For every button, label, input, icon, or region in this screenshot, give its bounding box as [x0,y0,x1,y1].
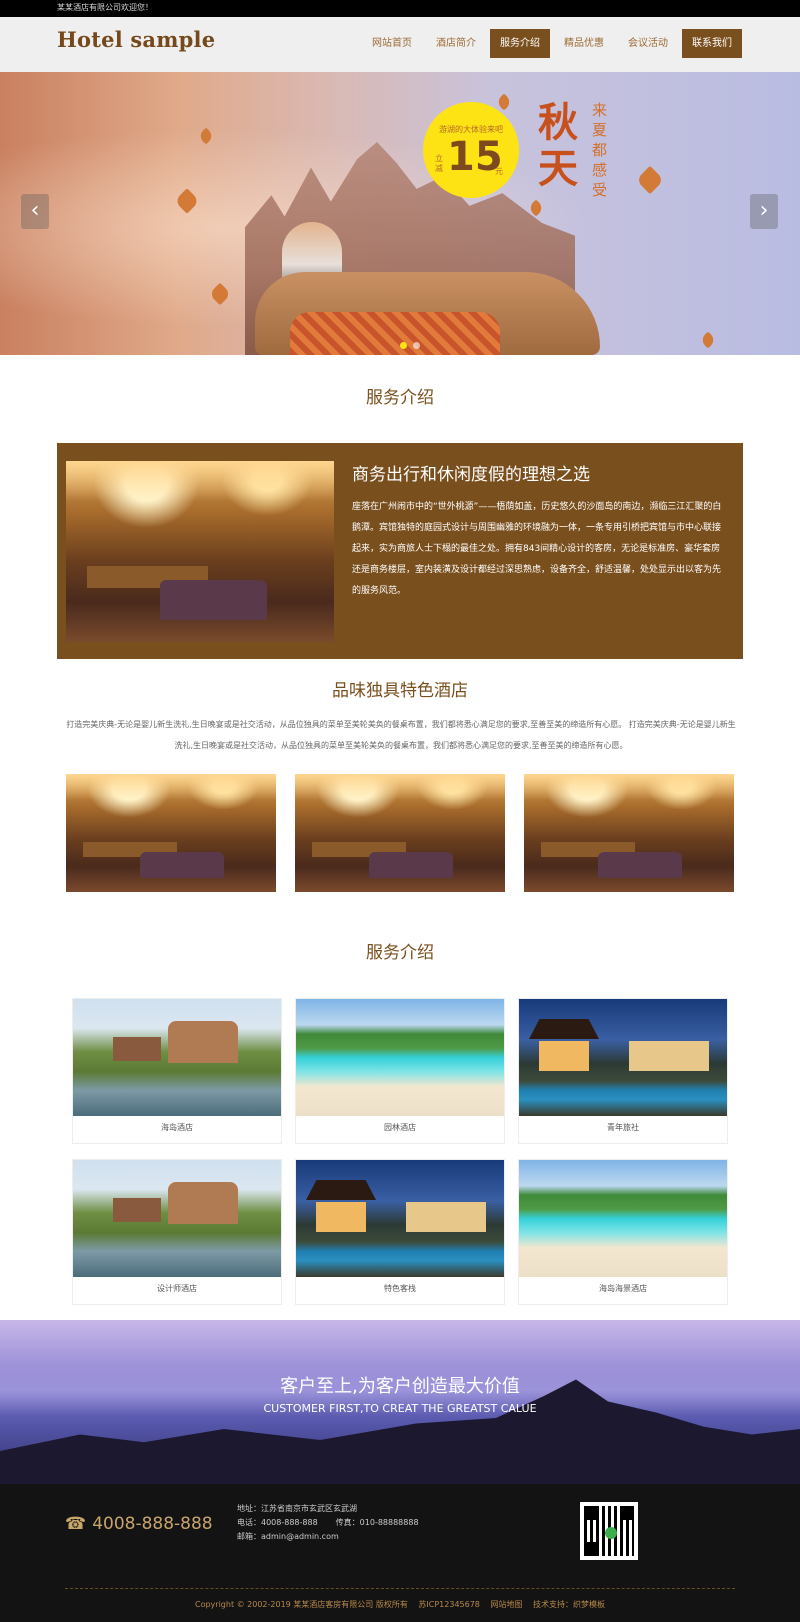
nav-about[interactable]: 酒店简介 [426,29,486,58]
lobby-sofa [368,851,453,878]
villa-light [539,1041,589,1071]
promo-unit: 元 [495,167,503,176]
slogan-cn: 客户至上,为客户创造最大价值 [280,1376,520,1397]
section-title-specialty: 品味独具特色酒店 [332,681,468,701]
slide-dot[interactable] [400,342,407,349]
camel-blanket [290,312,500,355]
fax: 传真：010-88888888 [335,1518,419,1527]
footer-divider [65,1588,735,1589]
section-title-rooms: 服务介绍 [366,943,434,963]
footer: ☎ 4008-888-888 地址：江苏省南京市玄武区玄武湖 电话：4008-88… [0,1484,800,1622]
lobby-sofa [139,851,224,878]
nav-events[interactable]: 会议活动 [618,29,678,58]
card-photo [73,1160,281,1277]
sitemap-link[interactable]: 网站地图 [490,1600,522,1609]
hotel-card[interactable]: 园林酒店 [295,998,505,1144]
lobby-sofa [159,580,267,621]
building [113,1037,161,1061]
section-title-services: 服务介绍 [366,388,434,408]
phone-number: 4008-888-888 [92,1514,213,1534]
header: Hotel sample 网站首页 酒店简介 服务介绍 精品优惠 会议活动 联系… [0,17,800,72]
card-caption: 青年旅社 [607,1123,639,1132]
roof [529,1019,599,1039]
ceiling-lights [524,774,734,800]
qr-logo-icon [605,1527,617,1539]
telephone-icon: ☎ [65,1514,87,1534]
building [168,1182,238,1224]
hotel-card[interactable]: 海岛海景酒店 [518,1159,728,1305]
main-nav: 网站首页 酒店简介 服务介绍 精品优惠 会议活动 联系我们 [358,29,742,58]
card-photo [73,999,281,1116]
chevron-right-icon[interactable]: › [750,194,778,229]
card-photo [519,1160,727,1277]
specialty-text: 打造完美庆典-无论是婴儿新生洗礼,生日晚宴或是社交活动，从品位独具的菜单至美轮美… [66,720,736,750]
nav-services[interactable]: 服务介绍 [490,29,550,58]
ceiling-lights [66,774,276,800]
qr-code [580,1502,638,1560]
promo-badge: 游湖的大体验来吧 立减 15 元 [423,102,519,198]
icp-link[interactable]: 苏ICP12345678 [418,1600,480,1609]
building [168,1021,238,1063]
slide-indicators [400,342,426,349]
lobby-photo [66,461,334,642]
card-caption: 特色客栈 [384,1284,416,1293]
hotel-card[interactable]: 设计师酒店 [72,1159,282,1305]
card-caption: 园林酒店 [384,1123,416,1132]
slide-dot[interactable] [413,342,420,349]
hotel-card[interactable]: 青年旅社 [518,998,728,1144]
nav-home[interactable]: 网站首页 [362,29,422,58]
hotel-card[interactable]: 特色客栈 [295,1159,505,1305]
copyright-bar: Copyright © 2002-2019 某某酒店客房有限公司 版权所有 苏I… [0,1599,800,1610]
slogan-banner: 客户至上,为客户创造最大价值 CUSTOMER FIRST,TO CREAT T… [0,1320,800,1484]
lobby-sofa [597,851,682,878]
roof [306,1180,376,1200]
banner-headline: 秋天 [538,100,578,192]
welcome-text: 某某酒店有限公司欢迎您！ [57,3,153,12]
nav-offers[interactable]: 精品优惠 [554,29,614,58]
ceiling-lights [66,461,334,501]
support-link[interactable]: 技术支持：织梦模板 [533,1600,605,1609]
slogan-en: CUSTOMER FIRST,TO CREAT THE GREATST CALU… [263,1402,537,1415]
building [113,1198,161,1222]
top-bar: 某某酒店有限公司欢迎您！ [0,0,800,17]
contact-info: 地址：江苏省南京市玄武区玄武湖 电话：4008-888-888 传真：010-88… [237,1502,437,1544]
villa [406,1202,486,1232]
feature-title: 商务出行和休闲度假的理想之选 [352,465,590,485]
chevron-left-icon[interactable]: ‹ [21,194,49,229]
card-caption: 海岛海景酒店 [599,1284,647,1293]
specialty-photo[interactable] [66,774,276,892]
site-logo[interactable]: Hotel sample [57,27,215,52]
feature-text: 座落在广州闹市中的“世外桃源”——梧荫如盖，历史悠久的沙面岛的南边，濒临三江汇聚… [352,502,722,596]
card-photo [296,999,504,1116]
ceiling-lights [295,774,505,800]
hero-banner: 游湖的大体验来吧 立减 15 元 秋天 来夏都感受 ‹ › [0,72,800,355]
villa [629,1041,709,1071]
address-row: 地址：江苏省南京市玄武区玄武湖 [237,1502,437,1516]
specialty-photo[interactable] [295,774,505,892]
feature-block: 商务出行和休闲度假的理想之选 座落在广州闹市中的“世外桃源”——梧荫如盖，历史悠… [57,443,743,659]
nav-contact[interactable]: 联系我们 [682,29,742,58]
footer-phone: ☎ 4008-888-888 [65,1514,213,1534]
villa-light [316,1202,366,1232]
tel-row: 电话：4008-888-888 传真：010-88888888 [237,1516,437,1530]
email[interactable]: 邮箱：admin@admin.com [237,1532,339,1541]
hotel-card[interactable]: 海岛酒店 [72,998,282,1144]
card-photo [296,1160,504,1277]
tel: 电话：4008-888-888 [237,1518,318,1527]
promo-prefix: 立减 [435,154,443,173]
card-photo [519,999,727,1116]
specialty-photo[interactable] [524,774,734,892]
email-row: 邮箱：admin@admin.com [237,1530,437,1544]
banner-subline: 来夏都感受 [592,101,608,199]
card-caption: 海岛酒店 [161,1123,193,1132]
address: 地址：江苏省南京市玄武区玄武湖 [237,1504,357,1513]
card-caption: 设计师酒店 [157,1284,197,1293]
copyright-text: Copyright © 2002-2019 某某酒店客房有限公司 版权所有 [194,1600,408,1609]
